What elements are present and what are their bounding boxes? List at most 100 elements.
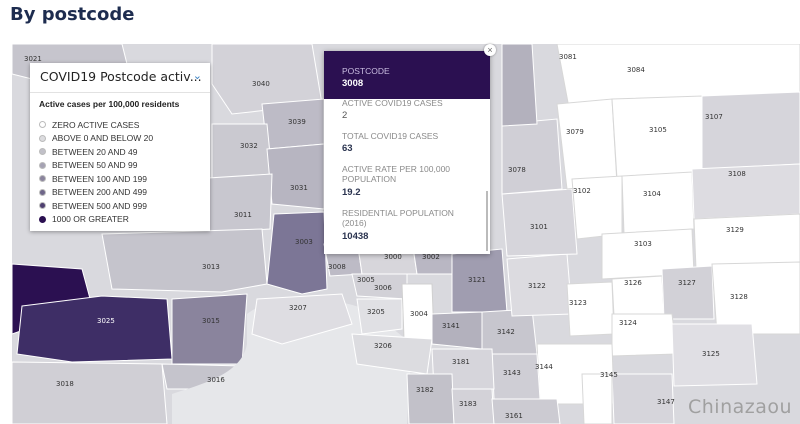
- legend-subtitle: Active cases per 100,000 residents: [39, 99, 180, 109]
- label-3011: 3011: [234, 211, 252, 219]
- popup-active-label: ACTIVE COVID19 CASES: [342, 98, 443, 108]
- legend-item-label: BETWEEN 500 AND 999: [52, 200, 147, 211]
- region-3129[interactable]: [693, 213, 800, 270]
- label-3122: 3122: [528, 282, 546, 290]
- label-3103: 3103: [634, 240, 652, 248]
- popup-total-value: 63: [342, 143, 353, 154]
- popup-active-value: 2: [342, 110, 348, 121]
- legend-item: BETWEEN 50 AND 99: [39, 159, 153, 173]
- close-icon[interactable]: ×: [484, 44, 496, 56]
- label-3104: 3104: [643, 190, 661, 198]
- region-3141[interactable]: [431, 311, 483, 350]
- label-3206: 3206: [374, 342, 392, 350]
- label-3145: 3145: [600, 371, 618, 379]
- legend-item-label: ZERO ACTIVE CASES: [52, 119, 140, 130]
- legend-item-label: BETWEEN 20 AND 49: [52, 146, 138, 157]
- region-3025[interactable]: [16, 295, 173, 363]
- label-3121: 3121: [468, 276, 486, 284]
- region-3145[interactable]: [581, 373, 613, 424]
- region-3003[interactable]: [266, 211, 328, 295]
- label-3141: 3141: [442, 322, 460, 330]
- region-3161[interactable]: [491, 398, 561, 424]
- label-3105: 3105: [649, 126, 667, 134]
- label-3003: 3003: [295, 238, 313, 246]
- legend-swatch: [39, 175, 46, 183]
- region-3013[interactable]: [101, 228, 268, 293]
- label-3101: 3101: [530, 223, 548, 231]
- label-3183: 3183: [459, 400, 477, 408]
- label-3123: 3123: [569, 299, 587, 307]
- legend-item: 1000 OR GREATER: [39, 213, 153, 227]
- label-3102: 3102: [573, 187, 591, 195]
- popup-res-value: 10438: [342, 231, 369, 242]
- region-3104[interactable]: [621, 171, 695, 235]
- label-3128: 3128: [730, 293, 748, 301]
- region-3128[interactable]: [711, 261, 800, 335]
- legend-item-label: BETWEEN 50 AND 99: [52, 160, 138, 171]
- legend-swatch: [39, 134, 46, 142]
- popup-rate-value: 19.2: [342, 187, 361, 198]
- label-3124: 3124: [619, 319, 637, 327]
- legend-list: ZERO ACTIVE CASES ABOVE 0 AND BELOW 20 B…: [39, 118, 153, 226]
- legend-item: ZERO ACTIVE CASES: [39, 118, 153, 132]
- label-3000: 3000: [384, 253, 402, 261]
- legend-item-label: BETWEEN 200 AND 499: [52, 187, 147, 198]
- label-3032: 3032: [240, 142, 258, 150]
- legend-item: BETWEEN 100 AND 199: [39, 172, 153, 186]
- label-3040: 3040: [252, 80, 270, 88]
- region-3182[interactable]: [406, 373, 455, 424]
- label-3205: 3205: [367, 308, 385, 316]
- legend-swatch: [39, 161, 46, 169]
- layer-select-dropdown[interactable]: COVID19 Postcode activ... ⌄: [30, 63, 210, 93]
- label-3079: 3079: [566, 128, 584, 136]
- legend-item: BETWEEN 200 AND 499: [39, 186, 153, 200]
- region-3032[interactable]: [211, 123, 273, 180]
- label-3025: 3025: [97, 317, 115, 325]
- label-3021: 3021: [24, 55, 42, 63]
- label-3015: 3015: [202, 317, 220, 325]
- region-3078[interactable]: [501, 118, 563, 195]
- legend-item: BETWEEN 20 AND 49: [39, 145, 153, 159]
- popup-scrollbar[interactable]: [486, 191, 488, 251]
- popup-total-label: TOTAL COVID19 CASES: [342, 131, 439, 141]
- label-3161: 3161: [505, 412, 523, 420]
- label-3147: 3147: [657, 398, 675, 406]
- label-3127: 3127: [678, 279, 696, 287]
- region-3127[interactable]: [661, 265, 715, 320]
- label-3143: 3143: [503, 369, 521, 377]
- label-3018: 3018: [56, 380, 74, 388]
- chevron-down-icon[interactable]: ⌄: [193, 69, 202, 82]
- legend-item: ABOVE 0 AND BELOW 20: [39, 132, 153, 146]
- label-3008: 3008: [328, 263, 346, 271]
- label-3031: 3031: [290, 184, 308, 192]
- region-3108[interactable]: [691, 163, 800, 220]
- label-3081: 3081: [559, 53, 577, 61]
- region-3079[interactable]: [556, 98, 618, 190]
- label-3142: 3142: [497, 328, 515, 336]
- region-3205[interactable]: [356, 298, 403, 335]
- page-title: By postcode: [10, 4, 135, 25]
- label-3005: 3005: [357, 276, 375, 284]
- legend-swatch: [39, 148, 46, 156]
- popup-res-label-1: RESIDENTIAL POPULATION: [342, 208, 454, 218]
- label-3006: 3006: [374, 284, 392, 292]
- legend-swatch: [39, 202, 46, 210]
- legend-item-label: ABOVE 0 AND BELOW 20: [52, 133, 154, 144]
- region-3102[interactable]: [571, 175, 623, 240]
- label-3107: 3107: [705, 113, 723, 121]
- region-3107[interactable]: [701, 91, 800, 170]
- watermark: Chinazaou: [688, 396, 793, 418]
- label-3084: 3084: [627, 66, 645, 74]
- region-3084-west[interactable]: [501, 44, 538, 127]
- label-3108: 3108: [728, 170, 746, 178]
- label-3125: 3125: [702, 350, 720, 358]
- layer-select-label: COVID19 Postcode activ...: [40, 69, 202, 84]
- region-3105[interactable]: [611, 95, 703, 180]
- label-3016: 3016: [207, 376, 225, 384]
- region-3018[interactable]: [12, 361, 168, 424]
- label-3004: 3004: [410, 310, 428, 318]
- region-3123[interactable]: [566, 281, 615, 337]
- region-3015[interactable]: [171, 293, 248, 365]
- region-3031[interactable]: [266, 143, 325, 210]
- legend-item: BETWEEN 500 AND 999: [39, 199, 153, 213]
